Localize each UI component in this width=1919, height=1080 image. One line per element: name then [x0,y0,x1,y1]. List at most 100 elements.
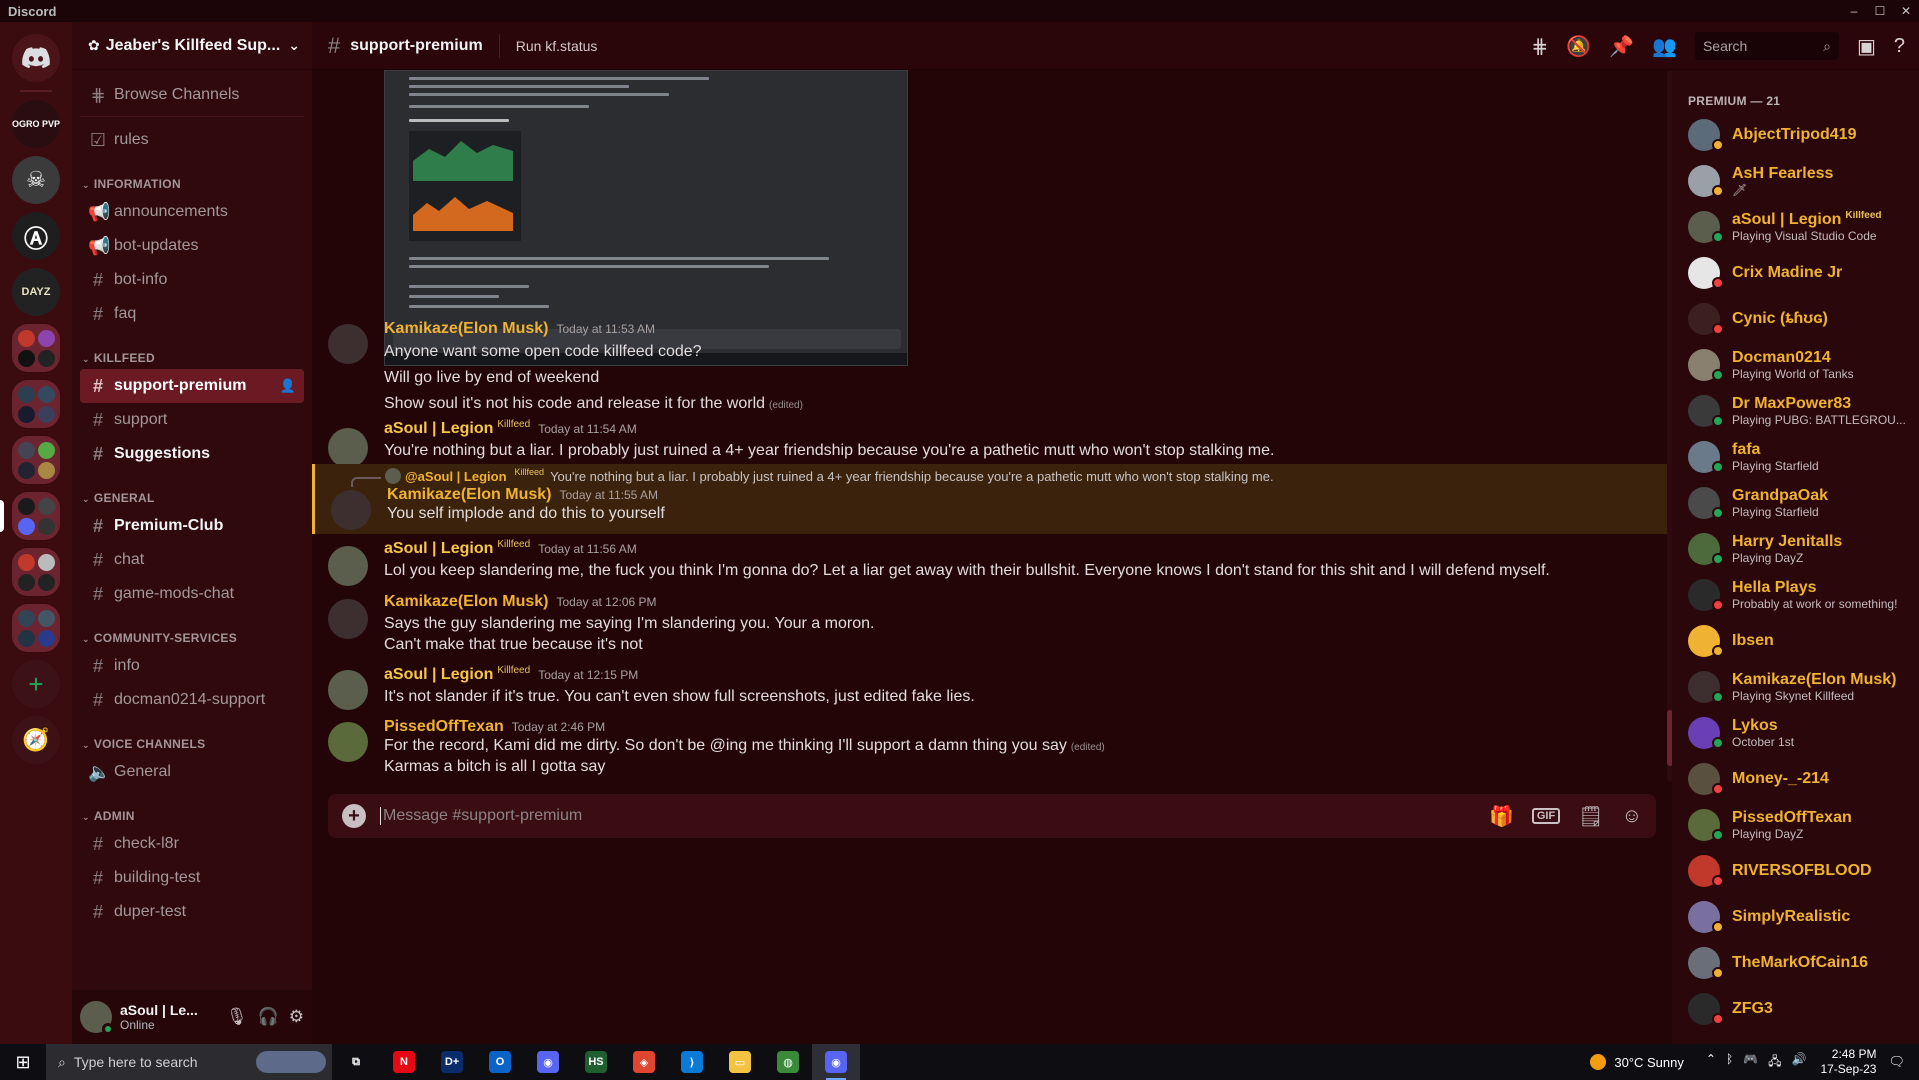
message-author[interactable]: Kamikaze(Elon Musk) [384,593,548,611]
avatar[interactable] [328,670,368,710]
member-item[interactable]: SimplyRealistic [1680,894,1919,940]
help-icon[interactable]: ? [1894,35,1905,58]
taskbar-app-task-view[interactable]: ⧉ [332,1044,380,1080]
add-member-icon[interactable]: 👤 [280,378,296,394]
message-item[interactable]: PissedOffTexan Today at 2:46 PM For the … [312,718,1672,778]
member-item[interactable]: Docman0214 Playing World of Tanks [1680,342,1919,388]
member-item[interactable]: TheMarkOfCain16 [1680,940,1919,986]
pin-icon[interactable]: 📌 [1609,34,1634,59]
clock[interactable]: 2:48 PM 17-Sep-23 [1820,1047,1876,1077]
member-item[interactable]: Kamikaze(Elon Musk) Playing Skynet Killfe… [1680,664,1919,710]
server-folder-4[interactable] [0,492,60,540]
message-author[interactable]: aSoul | Legion [384,666,493,684]
gear-icon[interactable]: ⚙ [289,1007,304,1027]
message-author[interactable]: Kamikaze(Elon Musk) [384,320,548,338]
member-item[interactable]: Hella Plays Probably at work or something… [1680,572,1919,618]
server-anarchy[interactable]: Ⓐ [12,212,60,260]
taskbar-search[interactable]: ⌕ Type here to search [46,1044,332,1080]
taskbar-app-discord[interactable]: ◉ [524,1044,572,1080]
taskbar-app-discord-active[interactable]: ◉ [812,1044,860,1080]
channel-faq[interactable]: # faq [80,297,304,331]
taskbar-app-disney-plus[interactable]: D+ [428,1044,476,1080]
controller-icon[interactable]: 🎮 [1743,1052,1758,1073]
minimize-button[interactable]: – [1841,0,1867,22]
avatar[interactable] [328,599,368,639]
avatar[interactable] [331,490,371,530]
threads-icon[interactable]: ⋕ [1531,34,1548,59]
message-author[interactable]: PissedOffTexan [384,718,504,736]
channel-info[interactable]: # info [80,649,304,683]
member-item[interactable]: Lykos October 1st [1680,710,1919,756]
user-info[interactable]: aSoul | Le... Online [120,1002,198,1032]
reply-preview[interactable]: @aSoul | Legion Killfeed You're nothing … [351,467,1274,487]
message-author[interactable]: aSoul | Legion [384,420,493,438]
message-item[interactable]: Kamikaze(Elon Musk) Today at 12:06 PM Sa… [312,593,1672,653]
category-community-services[interactable]: ⌄ COMMUNITY-SERVICES [80,621,304,649]
add-attachment-button[interactable]: + [342,804,366,828]
server-skull[interactable]: ☠ [12,156,60,204]
member-item[interactable]: fafa Playing Starfield [1680,434,1919,480]
channel-docman0214-support[interactable]: # docman0214-support [80,683,304,717]
member-item[interactable]: Money-_-214 [1680,756,1919,802]
member-item[interactable]: GrandpaOak Playing Starfield [1680,480,1919,526]
server-folder-5[interactable] [12,548,60,596]
add-server-button[interactable]: + [12,660,60,708]
taskbar-app-git-app[interactable]: ◈ [620,1044,668,1080]
weather-text[interactable]: 30°C Sunny [1614,1055,1684,1070]
channel-support[interactable]: # support [80,403,304,437]
avatar[interactable] [80,1001,114,1035]
member-item[interactable]: PissedOffTexan Playing DayZ [1680,802,1919,848]
member-item[interactable]: Cynic (ȶɦʊɢ) [1680,296,1919,342]
message-item[interactable]: aSoul | Legion Killfeed Today at 11:56 A… [312,539,1672,590]
category-general[interactable]: ⌄ GENERAL [80,481,304,509]
emoji-icon[interactable]: ☺ [1622,805,1642,828]
message-author[interactable]: Kamikaze(Elon Musk) [387,486,551,504]
channel-building-test[interactable]: # building-test [80,861,304,895]
member-list-icon[interactable]: 👥 [1652,34,1677,59]
avatar[interactable] [328,428,368,468]
category-admin[interactable]: ⌄ ADMIN [80,799,304,827]
member-item[interactable]: ZFG3 [1680,986,1919,1032]
message-input[interactable] [380,807,1471,825]
member-item[interactable]: aSoul | Legion Killfeed Playing Visual Stu… [1680,204,1919,250]
server-folder-6[interactable] [12,604,60,652]
message-author[interactable]: aSoul | Legion [384,540,493,558]
taskbar-app-hs-app[interactable]: HS [572,1044,620,1080]
bluetooth-icon[interactable]: ᛒ [1726,1052,1733,1073]
guild-header[interactable]: ✿ Jeaber's Killfeed Sup... ⌄ [72,22,312,70]
category-killfeed[interactable]: ⌄ KILLFEED [80,341,304,369]
gif-button[interactable]: GIF [1531,808,1561,824]
taskbar-app-outlook[interactable]: O [476,1044,524,1080]
inbox-icon[interactable]: ▣ [1857,34,1876,59]
member-item[interactable]: Dr MaxPower83 Playing PUBG: BATTLEGROU... [1680,388,1919,434]
channel-rules[interactable]: ☑ rules [80,123,304,157]
category-information[interactable]: ⌄ INFORMATION [80,167,304,195]
taskbar-app-vscode[interactable]: ⟩ [668,1044,716,1080]
mute-notifications-icon[interactable]: 🔕 [1566,34,1591,59]
browse-channels-button[interactable]: ⋕ Browse Channels [80,78,304,112]
category-voice-channels[interactable]: ⌄ VOICE CHANNELS [80,727,304,755]
channel-chat[interactable]: # chat [80,543,304,577]
member-item[interactable]: RIVERSOFBLOOD [1680,848,1919,894]
channel-bot-info[interactable]: # bot-info [80,263,304,297]
home-button[interactable] [12,34,60,82]
avatar[interactable] [328,722,368,762]
message-item-mention[interactable]: @aSoul | Legion Killfeed You're nothing … [312,464,1672,534]
start-button[interactable]: ⊞ [0,1044,46,1080]
channel-game-mods-chat[interactable]: # game-mods-chat [80,577,304,611]
member-item[interactable]: AsH Fearless 🗡 [1680,158,1919,204]
message-item[interactable]: Kamikaze(Elon Musk) Today at 11:53 AM An… [312,318,1672,412]
volume-icon[interactable]: 🔊 [1791,1052,1806,1073]
network-icon[interactable]: 🖧 [1768,1052,1781,1073]
sticker-icon[interactable]: 🗒 [1578,804,1603,829]
voice-channel-general[interactable]: 🔈 General [80,755,304,789]
member-item[interactable]: Crix Madine Jr [1680,250,1919,296]
headphones-icon[interactable]: 🎧 [258,1007,279,1027]
taskbar-app-chrome[interactable]: ◍ [764,1044,812,1080]
microphone-icon[interactable]: 🎙 [226,1007,248,1027]
channel-bot-updates[interactable]: 📢 bot-updates [80,229,304,263]
channel-duper-test[interactable]: # duper-test [80,895,304,929]
avatar[interactable] [328,324,368,364]
member-item[interactable]: Harry Jenitalls Playing DayZ [1680,526,1919,572]
taskbar-app-netflix[interactable]: N [380,1044,428,1080]
